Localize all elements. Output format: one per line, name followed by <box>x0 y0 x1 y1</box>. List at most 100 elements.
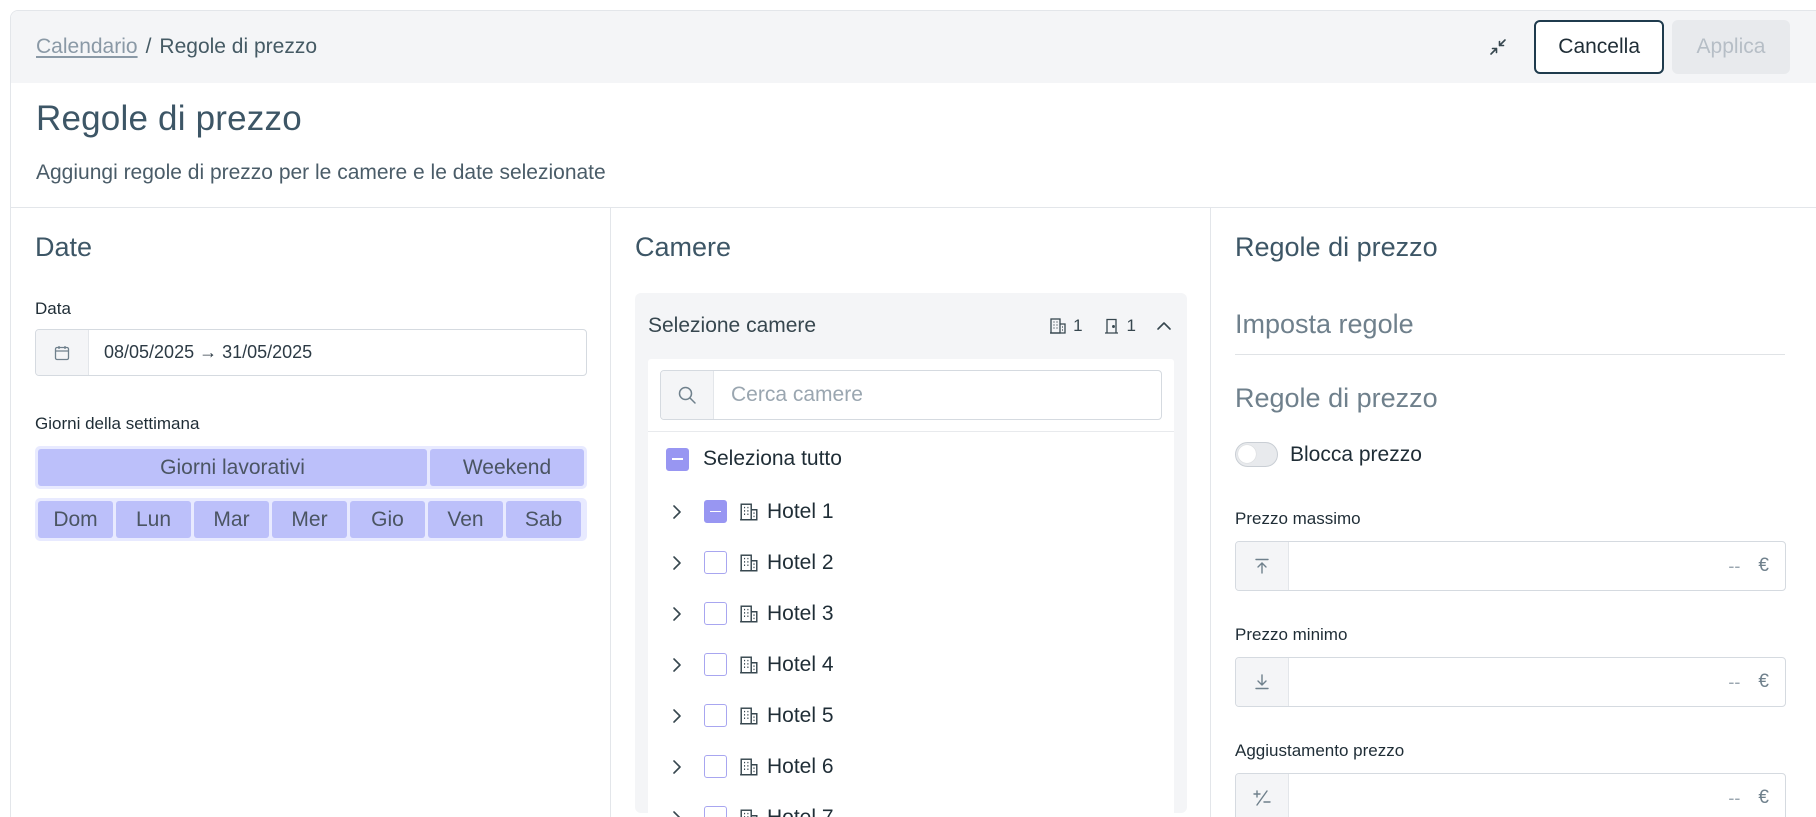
chevron-right-icon[interactable] <box>670 605 684 623</box>
weekday-group-selector: Giorni lavorativi Weekend <box>35 446 587 489</box>
building-icon <box>1050 318 1066 334</box>
dates-section: Date Data 08/05/2025 → 31/05/2025 Giorni… <box>11 208 611 817</box>
building-icon <box>739 757 759 777</box>
room-search-box <box>660 370 1162 420</box>
select-all-checkbox[interactable] <box>666 447 689 471</box>
date-range-input[interactable]: 08/05/2025 → 31/05/2025 <box>35 329 587 376</box>
min-price-input[interactable]: -- € <box>1235 657 1786 707</box>
hotel-checkbox[interactable] <box>704 500 727 523</box>
room-search-wrap <box>648 359 1174 432</box>
collapse-button[interactable] <box>1478 27 1518 67</box>
workdays-button[interactable]: Giorni lavorativi <box>38 449 427 486</box>
rooms-title: Camere <box>635 232 732 262</box>
currency-symbol: € <box>1758 671 1769 692</box>
select-all-label: Seleziona tutto <box>703 447 842 470</box>
price-adjustment-label: Aggiustamento prezzo <box>1235 741 1405 760</box>
hotel-row[interactable]: Hotel 1 <box>648 486 1174 537</box>
rooms-list-container: Seleziona tutto Hotel 1 Hotel 2 <box>648 359 1174 817</box>
max-price-placeholder: -- <box>1728 555 1741 576</box>
arrow-up-to-line-icon <box>1255 558 1269 574</box>
building-icon <box>739 553 759 573</box>
building-icon <box>739 706 759 726</box>
min-price-prefix <box>1236 658 1289 706</box>
rooms-panel-header[interactable]: Selezione camere 1 1 <box>635 293 1187 359</box>
page-subtitle: Aggiungi regole di prezzo per le camere … <box>36 161 606 184</box>
hotel-checkbox[interactable] <box>704 653 727 676</box>
plus-minus-icon <box>1253 790 1271 806</box>
selection-counts: 1 1 <box>1049 293 1174 359</box>
hotel-name: Hotel 6 <box>767 754 834 778</box>
currency-symbol: € <box>1758 787 1769 808</box>
max-price-prefix <box>1236 542 1289 590</box>
door-icon <box>1104 318 1118 334</box>
weekday-selector: Dom Lun Mar Mer Gio Ven Sab <box>35 498 587 541</box>
hotel-count: 1 <box>1073 316 1083 335</box>
rules-title: Regole di prezzo <box>1235 232 1438 262</box>
day-monday[interactable]: Lun <box>116 501 191 538</box>
date-range-value: 08/05/2025 → 31/05/2025 <box>104 342 313 362</box>
hotel-checkbox[interactable] <box>704 806 727 817</box>
currency-symbol: € <box>1758 555 1769 576</box>
hotel-checkbox[interactable] <box>704 704 727 727</box>
room-search-input[interactable] <box>714 371 1161 419</box>
calendar-icon <box>54 345 70 360</box>
dates-title: Date <box>35 232 93 262</box>
rules-section: Regole di prezzo Imposta regole Regole d… <box>1211 208 1816 817</box>
apply-button[interactable]: Applica <box>1672 20 1790 74</box>
building-icon <box>739 502 759 522</box>
arrow-down-to-line-icon <box>1255 674 1269 690</box>
hotel-row[interactable]: Hotel 6 <box>648 741 1174 792</box>
chevron-up-icon[interactable] <box>1154 316 1174 336</box>
day-wednesday[interactable]: Mer <box>272 501 347 538</box>
set-rules-heading: Imposta regole <box>1235 309 1414 339</box>
max-price-input[interactable]: -- € <box>1235 541 1786 591</box>
hotel-name: Hotel 1 <box>767 499 834 523</box>
day-saturday[interactable]: Sab <box>506 501 581 538</box>
chevron-right-icon[interactable] <box>670 554 684 572</box>
chevron-right-icon[interactable] <box>670 656 684 674</box>
lock-price-row: Blocca prezzo <box>1235 442 1792 467</box>
hotel-checkbox[interactable] <box>704 602 727 625</box>
lock-price-toggle[interactable] <box>1235 442 1278 467</box>
building-icon <box>739 808 759 817</box>
content-columns: Date Data 08/05/2025 → 31/05/2025 Giorni… <box>11 208 1816 817</box>
cancel-button[interactable]: Cancella <box>1534 20 1664 74</box>
breadcrumb-link-calendar[interactable]: Calendario <box>36 35 138 59</box>
lock-price-label: Blocca prezzo <box>1290 442 1422 466</box>
price-rules-window: Calendario / Regole di prezzo Cancella A… <box>10 10 1816 817</box>
divider <box>1235 354 1785 355</box>
day-tuesday[interactable]: Mar <box>194 501 269 538</box>
chevron-right-icon[interactable] <box>670 809 684 817</box>
hotel-checkbox[interactable] <box>704 755 727 778</box>
hotel-checkbox[interactable] <box>704 551 727 574</box>
max-price-label: Prezzo massimo <box>1235 509 1361 528</box>
chevron-right-icon[interactable] <box>670 707 684 725</box>
search-prefix <box>661 371 714 419</box>
select-all-row[interactable]: Seleziona tutto <box>648 432 1174 486</box>
breadcrumb-separator: / <box>145 35 152 58</box>
hotel-row[interactable]: Hotel 7 <box>648 792 1174 817</box>
building-icon <box>739 604 759 624</box>
rooms-panel: Selezione camere 1 1 Cerca camere Selezi… <box>635 293 1187 817</box>
breadcrumb-current: Regole di prezzo <box>159 35 318 58</box>
day-thursday[interactable]: Gio <box>350 501 425 538</box>
hotel-row[interactable]: Hotel 3 <box>648 588 1174 639</box>
price-rules-heading: Regole di prezzo <box>1235 383 1438 413</box>
date-label: Data <box>35 299 71 318</box>
min-price-label: Prezzo minimo <box>1235 625 1348 644</box>
building-icon <box>739 655 759 675</box>
hotel-row[interactable]: Hotel 5 <box>648 690 1174 741</box>
day-friday[interactable]: Ven <box>428 501 503 538</box>
rooms-section: Camere Selezione camere 1 1 Cerca camere… <box>611 208 1211 817</box>
weekend-button[interactable]: Weekend <box>430 449 584 486</box>
rooms-panel-title: Selezione camere <box>648 314 817 337</box>
weekdays-label: Giorni della settimana <box>35 414 200 433</box>
chevron-right-icon[interactable] <box>670 758 684 776</box>
price-adjustment-input[interactable]: -- € <box>1235 773 1786 817</box>
hotel-row[interactable]: Hotel 2 <box>648 537 1174 588</box>
hotel-name: Hotel 3 <box>767 601 834 625</box>
day-sunday[interactable]: Dom <box>38 501 113 538</box>
hotel-row[interactable]: Hotel 4 <box>648 639 1174 690</box>
top-bar: Calendario / Regole di prezzo Cancella A… <box>11 11 1816 83</box>
chevron-right-icon[interactable] <box>670 503 684 521</box>
